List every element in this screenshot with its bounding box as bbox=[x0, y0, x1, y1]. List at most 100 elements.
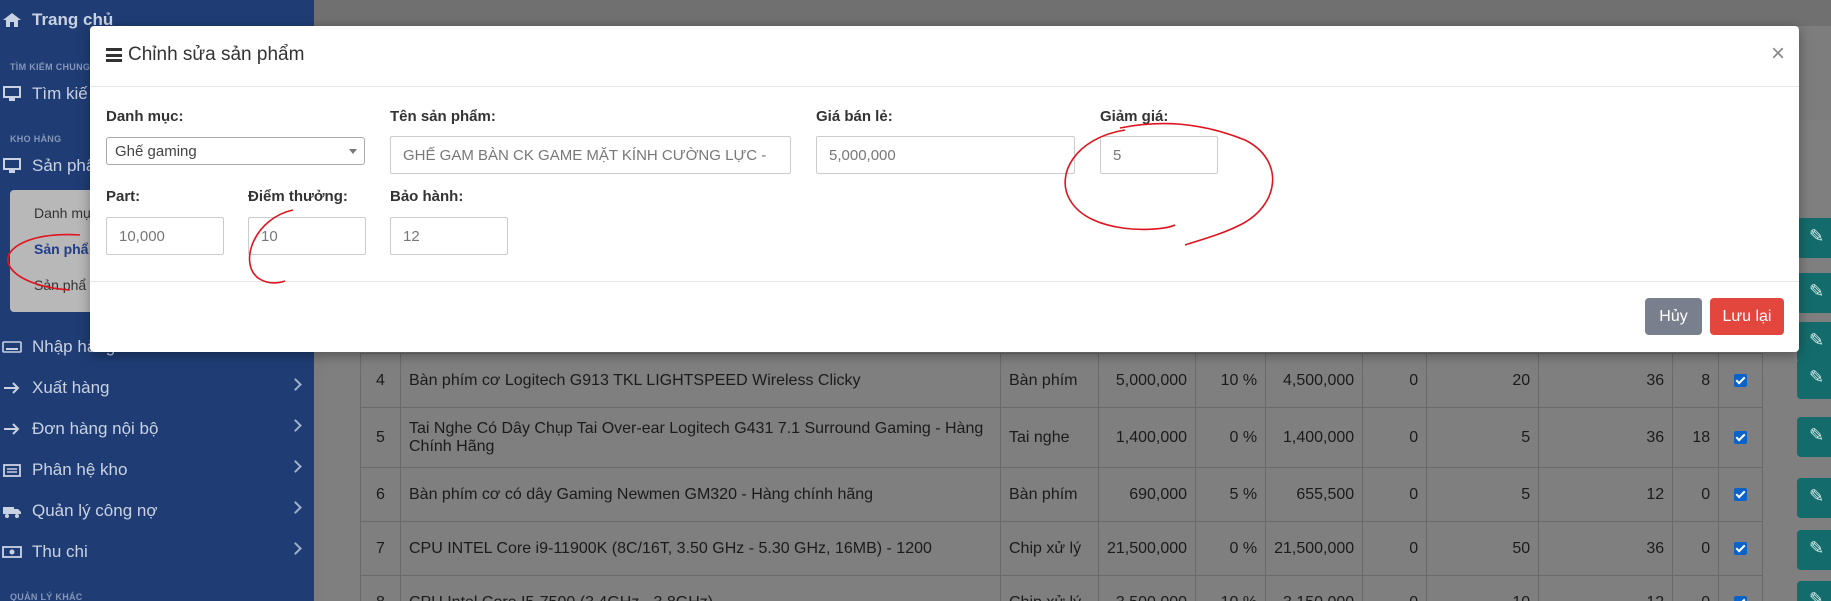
warranty-input[interactable]: 12 bbox=[390, 217, 508, 255]
table-row: 5 Tai Nghe Có Dây Chụp Tai Over-ear Logit… bbox=[360, 407, 1764, 468]
close-icon[interactable]: × bbox=[1771, 40, 1785, 68]
money-icon bbox=[2, 544, 24, 560]
table-cell-c4: 8 bbox=[1672, 353, 1720, 408]
table-cell-active bbox=[1718, 467, 1764, 522]
submenu-item[interactable]: Sản phẩ bbox=[34, 277, 86, 293]
modal-footer: Hủy Lưu lại bbox=[90, 281, 1799, 352]
table-cell-c2: 10 bbox=[1426, 575, 1540, 601]
table-cell-c2: 5 bbox=[1426, 407, 1540, 468]
table-cell-no: 7 bbox=[360, 521, 401, 576]
active-checkbox[interactable] bbox=[1734, 373, 1748, 387]
sidebar-item-label: Tìm kiế bbox=[32, 84, 88, 103]
table-cell-final: 4,500,000 bbox=[1265, 353, 1364, 408]
table-cell-c1: 0 bbox=[1362, 521, 1428, 576]
edit-product-modal: Chỉnh sửa sản phẩm × Danh mục: Ghế gamin… bbox=[90, 26, 1799, 352]
arrow-right-icon bbox=[2, 380, 24, 396]
edit-row-button[interactable] bbox=[1797, 322, 1831, 362]
table-cell-category: Tai nghe bbox=[1000, 407, 1099, 468]
active-checkbox[interactable] bbox=[1734, 487, 1748, 501]
table-cell-c1: 0 bbox=[1362, 407, 1428, 468]
save-button[interactable]: Lưu lại bbox=[1710, 298, 1784, 335]
edit-row-button[interactable] bbox=[1797, 218, 1831, 258]
keyboard-icon bbox=[2, 339, 24, 355]
sidebar-item-label: Thu chi bbox=[32, 542, 88, 561]
edit-row-button[interactable] bbox=[1797, 581, 1831, 601]
category-select[interactable]: Ghế gaming bbox=[106, 137, 365, 165]
sidebar-item-internal-orders[interactable]: Đơn hàng nội bộ bbox=[0, 409, 314, 449]
table-cell-category: Bàn phím bbox=[1000, 353, 1099, 408]
active-checkbox[interactable] bbox=[1734, 595, 1748, 601]
discount-label: Giảm giá: bbox=[1100, 108, 1169, 125]
table-cell-final: 3,150,000 bbox=[1265, 575, 1364, 601]
section-heading: TÌM KIẾM CHUNG bbox=[10, 62, 91, 72]
table-cell-price: 690,000 bbox=[1097, 467, 1197, 522]
table-cell-c3: 12 bbox=[1538, 575, 1674, 601]
warranty-label: Bảo hành: bbox=[390, 188, 464, 205]
active-checkbox[interactable] bbox=[1734, 541, 1748, 555]
table-cell-c1: 0 bbox=[1362, 467, 1428, 522]
table-cell-c1: 0 bbox=[1362, 575, 1428, 601]
table-cell-no: 8 bbox=[360, 575, 401, 601]
chevron-right-icon bbox=[289, 378, 302, 391]
submenu-item[interactable]: Danh mụ bbox=[34, 205, 91, 221]
retail-price-input[interactable]: 5,000,000 bbox=[816, 136, 1075, 174]
table-cell-c2: 50 bbox=[1426, 521, 1540, 576]
part-label: Part: bbox=[106, 188, 141, 205]
sidebar-item-export[interactable]: Xuất hàng bbox=[0, 368, 314, 408]
sidebar-item-label: Quản lý công nợ bbox=[32, 501, 158, 520]
sidebar-item-income-expense[interactable]: Thu chi bbox=[0, 532, 314, 572]
table-cell-discount: 10 % bbox=[1195, 575, 1267, 601]
table-cell-c3: 36 bbox=[1538, 521, 1674, 576]
table-cell-c4: 0 bbox=[1672, 467, 1720, 522]
cancel-button[interactable]: Hủy bbox=[1645, 298, 1702, 335]
table-cell-name: CPU INTEL Core i9-11900K (8C/16T, 3.50 G… bbox=[400, 521, 1001, 576]
active-checkbox[interactable] bbox=[1734, 430, 1748, 444]
product-table: 4 Bàn phím cơ Logitech G913 TKL LIGHTSPEE… bbox=[360, 353, 1764, 601]
sidebar-item-label: Đơn hàng nội bộ bbox=[32, 419, 159, 438]
table-cell-price: 1,400,000 bbox=[1097, 407, 1197, 468]
table-cell-discount: 0 % bbox=[1195, 521, 1267, 576]
table-row: 7 CPU INTEL Core i9-11900K (8C/16T, 3.50 … bbox=[360, 521, 1764, 576]
table-row: 8CPU Intel Core I5-7500 (3.4GHz - 3.8GHz… bbox=[360, 575, 1764, 601]
table-cell-c2: 5 bbox=[1426, 467, 1540, 522]
chevron-right-icon bbox=[289, 542, 302, 555]
bonus-points-label: Điểm thưởng: bbox=[248, 188, 348, 205]
discount-input[interactable]: 5 bbox=[1100, 136, 1218, 174]
table-cell-c4: 0 bbox=[1672, 521, 1720, 576]
table-cell-c3: 36 bbox=[1538, 407, 1674, 468]
arrow-right-icon bbox=[2, 421, 24, 437]
table-cell-c3: 36 bbox=[1538, 353, 1674, 408]
table-cell-no: 5 bbox=[360, 407, 401, 468]
table-cell-name: Bàn phím cơ có dây Gaming Newmen GM320 -… bbox=[400, 467, 1001, 522]
section-heading: KHO HÀNG bbox=[10, 134, 62, 144]
table-cell-discount: 10 % bbox=[1195, 353, 1267, 408]
truck-icon bbox=[2, 503, 24, 519]
table-cell-no: 6 bbox=[360, 467, 401, 522]
chevron-right-icon bbox=[289, 419, 302, 432]
product-name-input[interactable]: GHẾ GAM BÀN CK GAME MẶT KÍNH CƯỜNG LỰC - bbox=[390, 136, 791, 174]
edit-row-button[interactable] bbox=[1797, 417, 1831, 457]
table-cell-price: 3,500,000 bbox=[1097, 575, 1197, 601]
table-cell-c1: 0 bbox=[1362, 353, 1428, 408]
part-input[interactable]: 10,000 bbox=[106, 217, 224, 255]
table-cell-c4: 18 bbox=[1672, 407, 1720, 468]
bars-icon bbox=[106, 48, 122, 62]
section-heading: QUẢN LÝ KHÁC bbox=[10, 592, 83, 601]
edit-row-button[interactable] bbox=[1797, 359, 1831, 399]
bonus-points-input[interactable]: 10 bbox=[248, 217, 366, 255]
sidebar-item-warehouse-division[interactable]: Phân hệ kho bbox=[0, 450, 314, 490]
sidebar-item-debt[interactable]: Quản lý công nợ bbox=[0, 491, 314, 531]
table-cell-no: 4 bbox=[360, 353, 401, 408]
edit-row-button[interactable] bbox=[1797, 273, 1831, 313]
edit-row-button[interactable] bbox=[1797, 478, 1831, 518]
table-cell-active bbox=[1718, 407, 1764, 468]
modal-title-text: Chỉnh sửa sản phẩm bbox=[128, 44, 305, 65]
edit-row-button[interactable] bbox=[1797, 530, 1831, 570]
product-name-label: Tên sản phẩm: bbox=[390, 108, 496, 125]
table-cell-name: Tai Nghe Có Dây Chụp Tai Over-ear Logite… bbox=[400, 407, 1001, 468]
submenu-item-active[interactable]: Sản phẩ bbox=[34, 241, 88, 257]
table-cell-final: 21,500,000 bbox=[1265, 521, 1364, 576]
modal-title: Chỉnh sửa sản phẩm bbox=[106, 44, 304, 66]
table-cell-price: 21,500,000 bbox=[1097, 521, 1197, 576]
caret-down-icon bbox=[349, 149, 357, 154]
